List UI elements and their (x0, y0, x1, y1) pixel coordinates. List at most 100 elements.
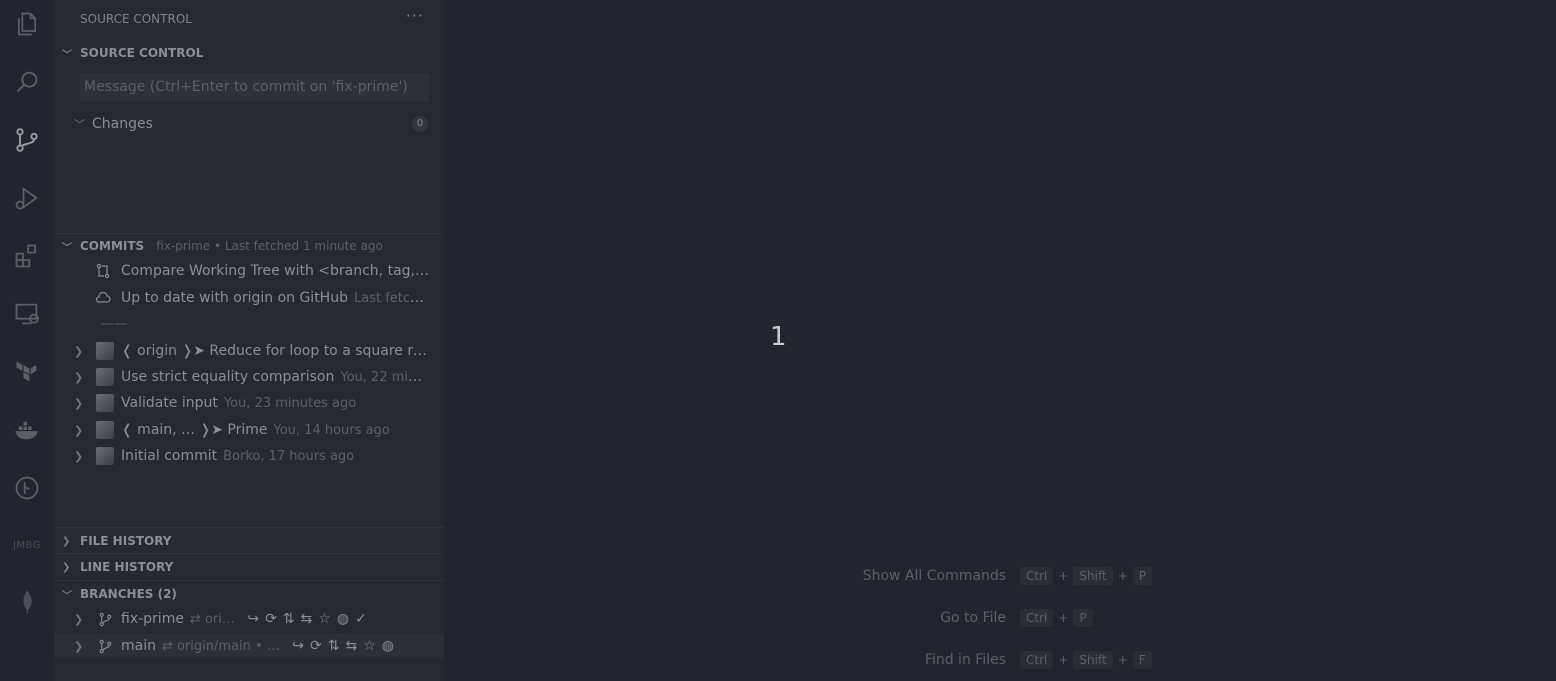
create-pr-icon[interactable]: ⇅ (283, 611, 295, 627)
switch-branch-icon[interactable]: ↪ (247, 611, 259, 627)
section-line-history-header[interactable]: ❯ LINE HISTORY (54, 556, 444, 578)
check-icon: ✓ (355, 611, 367, 627)
commit-row[interactable]: ❯ Validate input You, 23 minutes ago (54, 391, 444, 415)
shortcut-find-in-files[interactable]: Find in Files Ctrl + Shift + F (806, 651, 1152, 669)
search-icon[interactable] (11, 66, 43, 98)
shortcut-go-to-file[interactable]: Go to File Ctrl + P (806, 609, 1093, 627)
section-divider (54, 233, 444, 234)
commits-separator: —— (100, 316, 128, 332)
branch-name: main (121, 638, 156, 654)
kbd-key: Shift (1073, 651, 1113, 669)
shortcut-show-all-commands[interactable]: Show All Commands Ctrl + Shift + P (806, 567, 1153, 585)
run-debug-icon[interactable] (11, 182, 43, 214)
compare-icon[interactable]: ⇆ (345, 638, 357, 654)
chevron-down-icon: ﹀ (62, 49, 72, 61)
commit-meta: You, 23 minutes ago (223, 396, 357, 411)
git-graph-icon[interactable] (11, 472, 43, 504)
section-title: SOURCE CONTROL (80, 46, 204, 60)
center-number: 1 (770, 322, 787, 352)
section-divider (54, 527, 444, 528)
section-file-history-header[interactable]: ❯ FILE HISTORY (54, 530, 444, 552)
globe-icon[interactable]: ◍ (337, 611, 349, 627)
chevron-down-icon: ﹀ (62, 590, 72, 602)
extensions-icon[interactable] (11, 240, 43, 272)
star-icon[interactable]: ☆ (318, 611, 331, 627)
commit-message: Initial commit (121, 448, 218, 464)
kbd-key: P (1132, 567, 1153, 585)
chevron-right-icon: ❯ (74, 344, 84, 358)
commit-meta: You, 14 hours ago (273, 423, 390, 438)
more-actions-icon[interactable]: ··· (406, 6, 424, 25)
commit-message: Use strict equality comparison (121, 369, 335, 385)
switch-branch-icon[interactable]: ↪ (292, 638, 304, 654)
commit-row[interactable]: ❯ ❬ origin ❭➤ Reduce for loop to a squar… (54, 339, 444, 363)
create-pr-icon[interactable]: ⇅ (328, 638, 340, 654)
activity-bar: JMBG (0, 0, 54, 681)
shortcut-label: Show All Commands (862, 568, 1006, 584)
sync-icon[interactable]: ⟳ (265, 611, 277, 627)
section-divider (54, 553, 444, 554)
section-title: BRANCHES (2) (80, 587, 177, 601)
shortcut-label: Go to File (940, 610, 1006, 626)
branch-row[interactable]: ❯ main ⇄ origin/main • … ↪ ⟳ ⇅ ⇆ ☆ ◍ (54, 634, 444, 658)
commits-subtitle: fix-prime • Last fetched 1 minute ago (156, 239, 383, 253)
commit-message: ❬ origin ❭➤ Reduce for loop to a square … (121, 343, 430, 359)
compare-icon[interactable]: ⇆ (301, 611, 313, 627)
kbd-key: Shift (1073, 567, 1113, 585)
section-branches-header[interactable]: ﹀ BRANCHES (2) (54, 583, 444, 605)
jmbg-label[interactable]: JMBG (0, 540, 54, 551)
commit-row[interactable]: ❯ Use strict equality comparison You, 22 … (54, 365, 444, 389)
compare-label: Compare Working Tree with <branch, tag, … (121, 263, 430, 279)
mongodb-leaf-icon[interactable] (11, 586, 43, 618)
sync-icon[interactable]: ⟳ (310, 638, 322, 654)
avatar (96, 421, 114, 439)
commit-message: ❬ main, … ❭➤ Prime (121, 422, 268, 438)
branch-tracking: ⇄ ori… (189, 612, 235, 627)
docker-icon[interactable] (11, 414, 43, 446)
changes-count-badge: 0 (412, 116, 428, 132)
chevron-right-icon: ❯ (74, 449, 84, 463)
star-icon[interactable]: ☆ (363, 638, 376, 654)
shortcut-label: Find in Files (924, 652, 1006, 668)
kbd-key: Ctrl (1020, 609, 1054, 627)
branch-row[interactable]: ❯ fix-prime ⇄ ori… ↪ ⟳ ⇅ ⇆ ☆ ◍ ✓ (54, 607, 444, 631)
compare-icon (94, 262, 112, 280)
chevron-right-icon: ❯ (62, 561, 71, 573)
section-title: FILE HISTORY (80, 534, 172, 548)
section-title: COMMITS (80, 239, 145, 253)
chevron-right-icon: ❯ (74, 396, 84, 410)
up-to-date-item[interactable]: Up to date with origin on GitHub Last fet… (54, 286, 444, 310)
files-icon[interactable] (11, 8, 43, 40)
commit-row[interactable]: ❯ ❬ main, … ❭➤ Prime You, 14 hours ago (54, 418, 444, 442)
chevron-right-icon: ❯ (62, 535, 71, 547)
up-to-date-sub: Last fetched 1 minute ago (353, 291, 430, 306)
commit-meta: Borko, 17 hours ago (223, 449, 355, 464)
terraform-icon[interactable] (11, 356, 43, 388)
avatar (96, 447, 114, 465)
kbd-key: Ctrl (1020, 651, 1054, 669)
up-to-date-label: Up to date with origin on GitHub (121, 290, 348, 306)
compare-working-tree-item[interactable]: Compare Working Tree with <branch, tag, … (54, 259, 444, 283)
avatar (96, 394, 114, 412)
chevron-right-icon: ❯ (74, 612, 84, 626)
section-title: LINE HISTORY (80, 560, 174, 574)
source-control-icon[interactable] (11, 124, 43, 156)
branch-icon (96, 610, 114, 628)
branch-icon (96, 637, 114, 655)
commit-meta: You, 22 minutes ago (340, 370, 430, 385)
commit-message-input[interactable] (80, 73, 429, 101)
chevron-down-icon: ﹀ (62, 242, 72, 254)
chevron-down-icon: ﹀ (74, 118, 85, 131)
changes-group[interactable]: ﹀ Changes 0 (54, 112, 444, 136)
remote-explorer-icon[interactable] (11, 298, 43, 330)
section-source-control-header[interactable]: ﹀ SOURCE CONTROL (54, 42, 444, 64)
section-divider (54, 580, 444, 581)
commit-row[interactable]: ❯ Initial commit Borko, 17 hours ago (54, 444, 444, 468)
kbd-key: P (1073, 609, 1093, 627)
branch-name: fix-prime (121, 611, 184, 627)
kbd-key: F (1132, 651, 1152, 669)
avatar (96, 368, 114, 386)
section-commits-header[interactable]: ﹀ COMMITS fix-prime • Last fetched 1 min… (54, 235, 444, 257)
avatar (96, 342, 114, 360)
globe-icon[interactable]: ◍ (382, 638, 394, 654)
